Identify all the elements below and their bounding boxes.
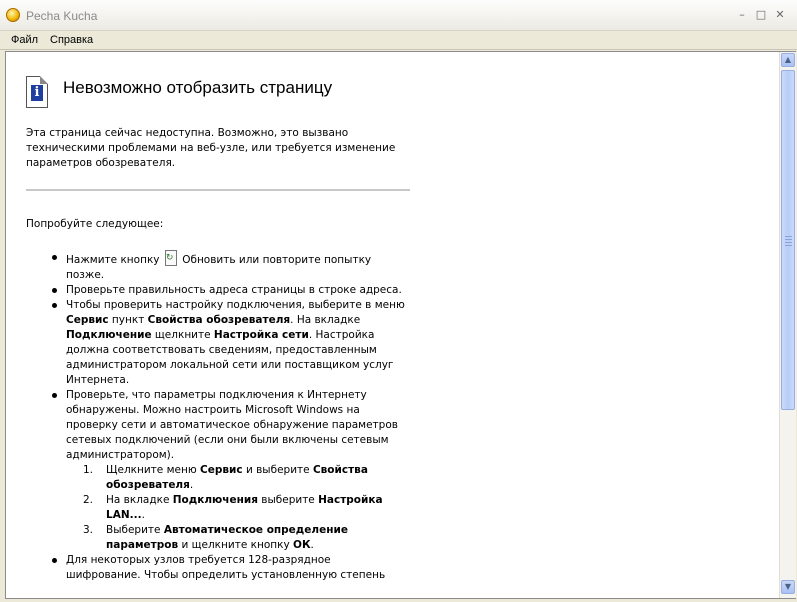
error-page: i Невозможно отобразить страницу Эта стр… bbox=[6, 52, 779, 598]
suggestions-list: Нажмите кнопку Обновить или повторите по… bbox=[52, 250, 406, 583]
page-title: Невозможно отобразить страницу bbox=[63, 78, 333, 97]
scroll-down-button[interactable]: ▼ bbox=[781, 580, 795, 594]
bold-text: Подключения bbox=[172, 494, 258, 506]
app-logo-icon bbox=[6, 8, 20, 22]
vertical-scrollbar[interactable]: ▲ ▼ bbox=[779, 52, 796, 598]
close-button[interactable]: ✕ bbox=[772, 9, 788, 21]
suggestions-heading: Попробуйте следующее: bbox=[26, 218, 164, 230]
text: . bbox=[189, 479, 194, 491]
maximize-button[interactable]: □ bbox=[753, 9, 769, 21]
text: Чтобы проверить настройку подключения, в… bbox=[66, 299, 405, 311]
text: . bbox=[141, 509, 145, 521]
step-item: 1. Щелкните меню Сервис и выберите Свойс… bbox=[66, 463, 406, 493]
list-item-text: Проверьте правильность адреса страницы в… bbox=[66, 284, 402, 296]
info-icon: i bbox=[26, 76, 48, 108]
menu-help[interactable]: Справка bbox=[50, 34, 93, 46]
list-item: Чтобы проверить настройку подключения, в… bbox=[52, 298, 406, 388]
text: Выберите bbox=[106, 524, 164, 536]
bold-text: Сервис bbox=[200, 464, 243, 476]
bold-text: ОК bbox=[293, 539, 311, 551]
error-description: Эта страница сейчас недоступна. Возможно… bbox=[26, 127, 396, 169]
text: щелкните bbox=[151, 329, 214, 341]
menu-bar: Файл Справка bbox=[0, 31, 797, 50]
list-item: Для некоторых узлов требуется 128-разряд… bbox=[52, 553, 406, 583]
text: . bbox=[310, 539, 314, 551]
text: Щелкните меню bbox=[106, 464, 201, 476]
list-item-text: Для некоторых узлов требуется 128-разряд… bbox=[66, 554, 386, 581]
list-item-text: Нажмите кнопку bbox=[66, 254, 160, 266]
text: На вкладке bbox=[106, 494, 173, 506]
title-bar[interactable]: Pecha Kucha – □ ✕ bbox=[0, 0, 797, 31]
text: пункт bbox=[108, 314, 148, 326]
bullet bbox=[52, 393, 57, 398]
bold-text: Сервис bbox=[66, 314, 109, 326]
step-number: 2. bbox=[83, 494, 94, 506]
browser-window: Pecha Kucha – □ ✕ Файл Справка i Невозмо… bbox=[0, 0, 797, 602]
bold-text: Подключение bbox=[66, 329, 152, 341]
bullet bbox=[52, 288, 57, 293]
step-number: 3. bbox=[83, 524, 94, 536]
bold-text: Свойства обозревателя bbox=[147, 314, 291, 326]
divider bbox=[26, 189, 410, 191]
list-item-text: Проверьте, что параметры подключения к И… bbox=[66, 389, 398, 461]
list-item: Проверьте правильность адреса страницы в… bbox=[52, 283, 406, 298]
menu-file[interactable]: Файл bbox=[11, 34, 38, 46]
bullet bbox=[52, 303, 57, 308]
text: и щелкните кнопку bbox=[178, 539, 294, 551]
scroll-thumb[interactable] bbox=[781, 70, 795, 410]
window-title: Pecha Kucha bbox=[26, 9, 98, 23]
text: выберите bbox=[257, 494, 319, 506]
content-frame: i Невозможно отобразить страницу Эта стр… bbox=[5, 51, 796, 599]
refresh-icon bbox=[164, 250, 177, 266]
step-item: 3. Выберите Автоматическое определение п… bbox=[66, 523, 406, 553]
list-item: Нажмите кнопку Обновить или повторите по… bbox=[52, 250, 406, 283]
steps-list: 1. Щелкните меню Сервис и выберите Свойс… bbox=[66, 463, 406, 553]
step-number: 1. bbox=[83, 464, 94, 476]
bullet bbox=[52, 255, 57, 260]
list-item: Проверьте, что параметры подключения к И… bbox=[52, 388, 406, 553]
minimize-button[interactable]: – bbox=[734, 9, 750, 21]
bold-text: Настройка сети bbox=[213, 329, 309, 341]
scroll-up-button[interactable]: ▲ bbox=[781, 53, 795, 67]
step-item: 2. На вкладке Подключения выберите Настр… bbox=[66, 493, 406, 523]
text: . На вкладке bbox=[290, 314, 361, 326]
bullet bbox=[52, 558, 57, 563]
text: и выберите bbox=[242, 464, 313, 476]
